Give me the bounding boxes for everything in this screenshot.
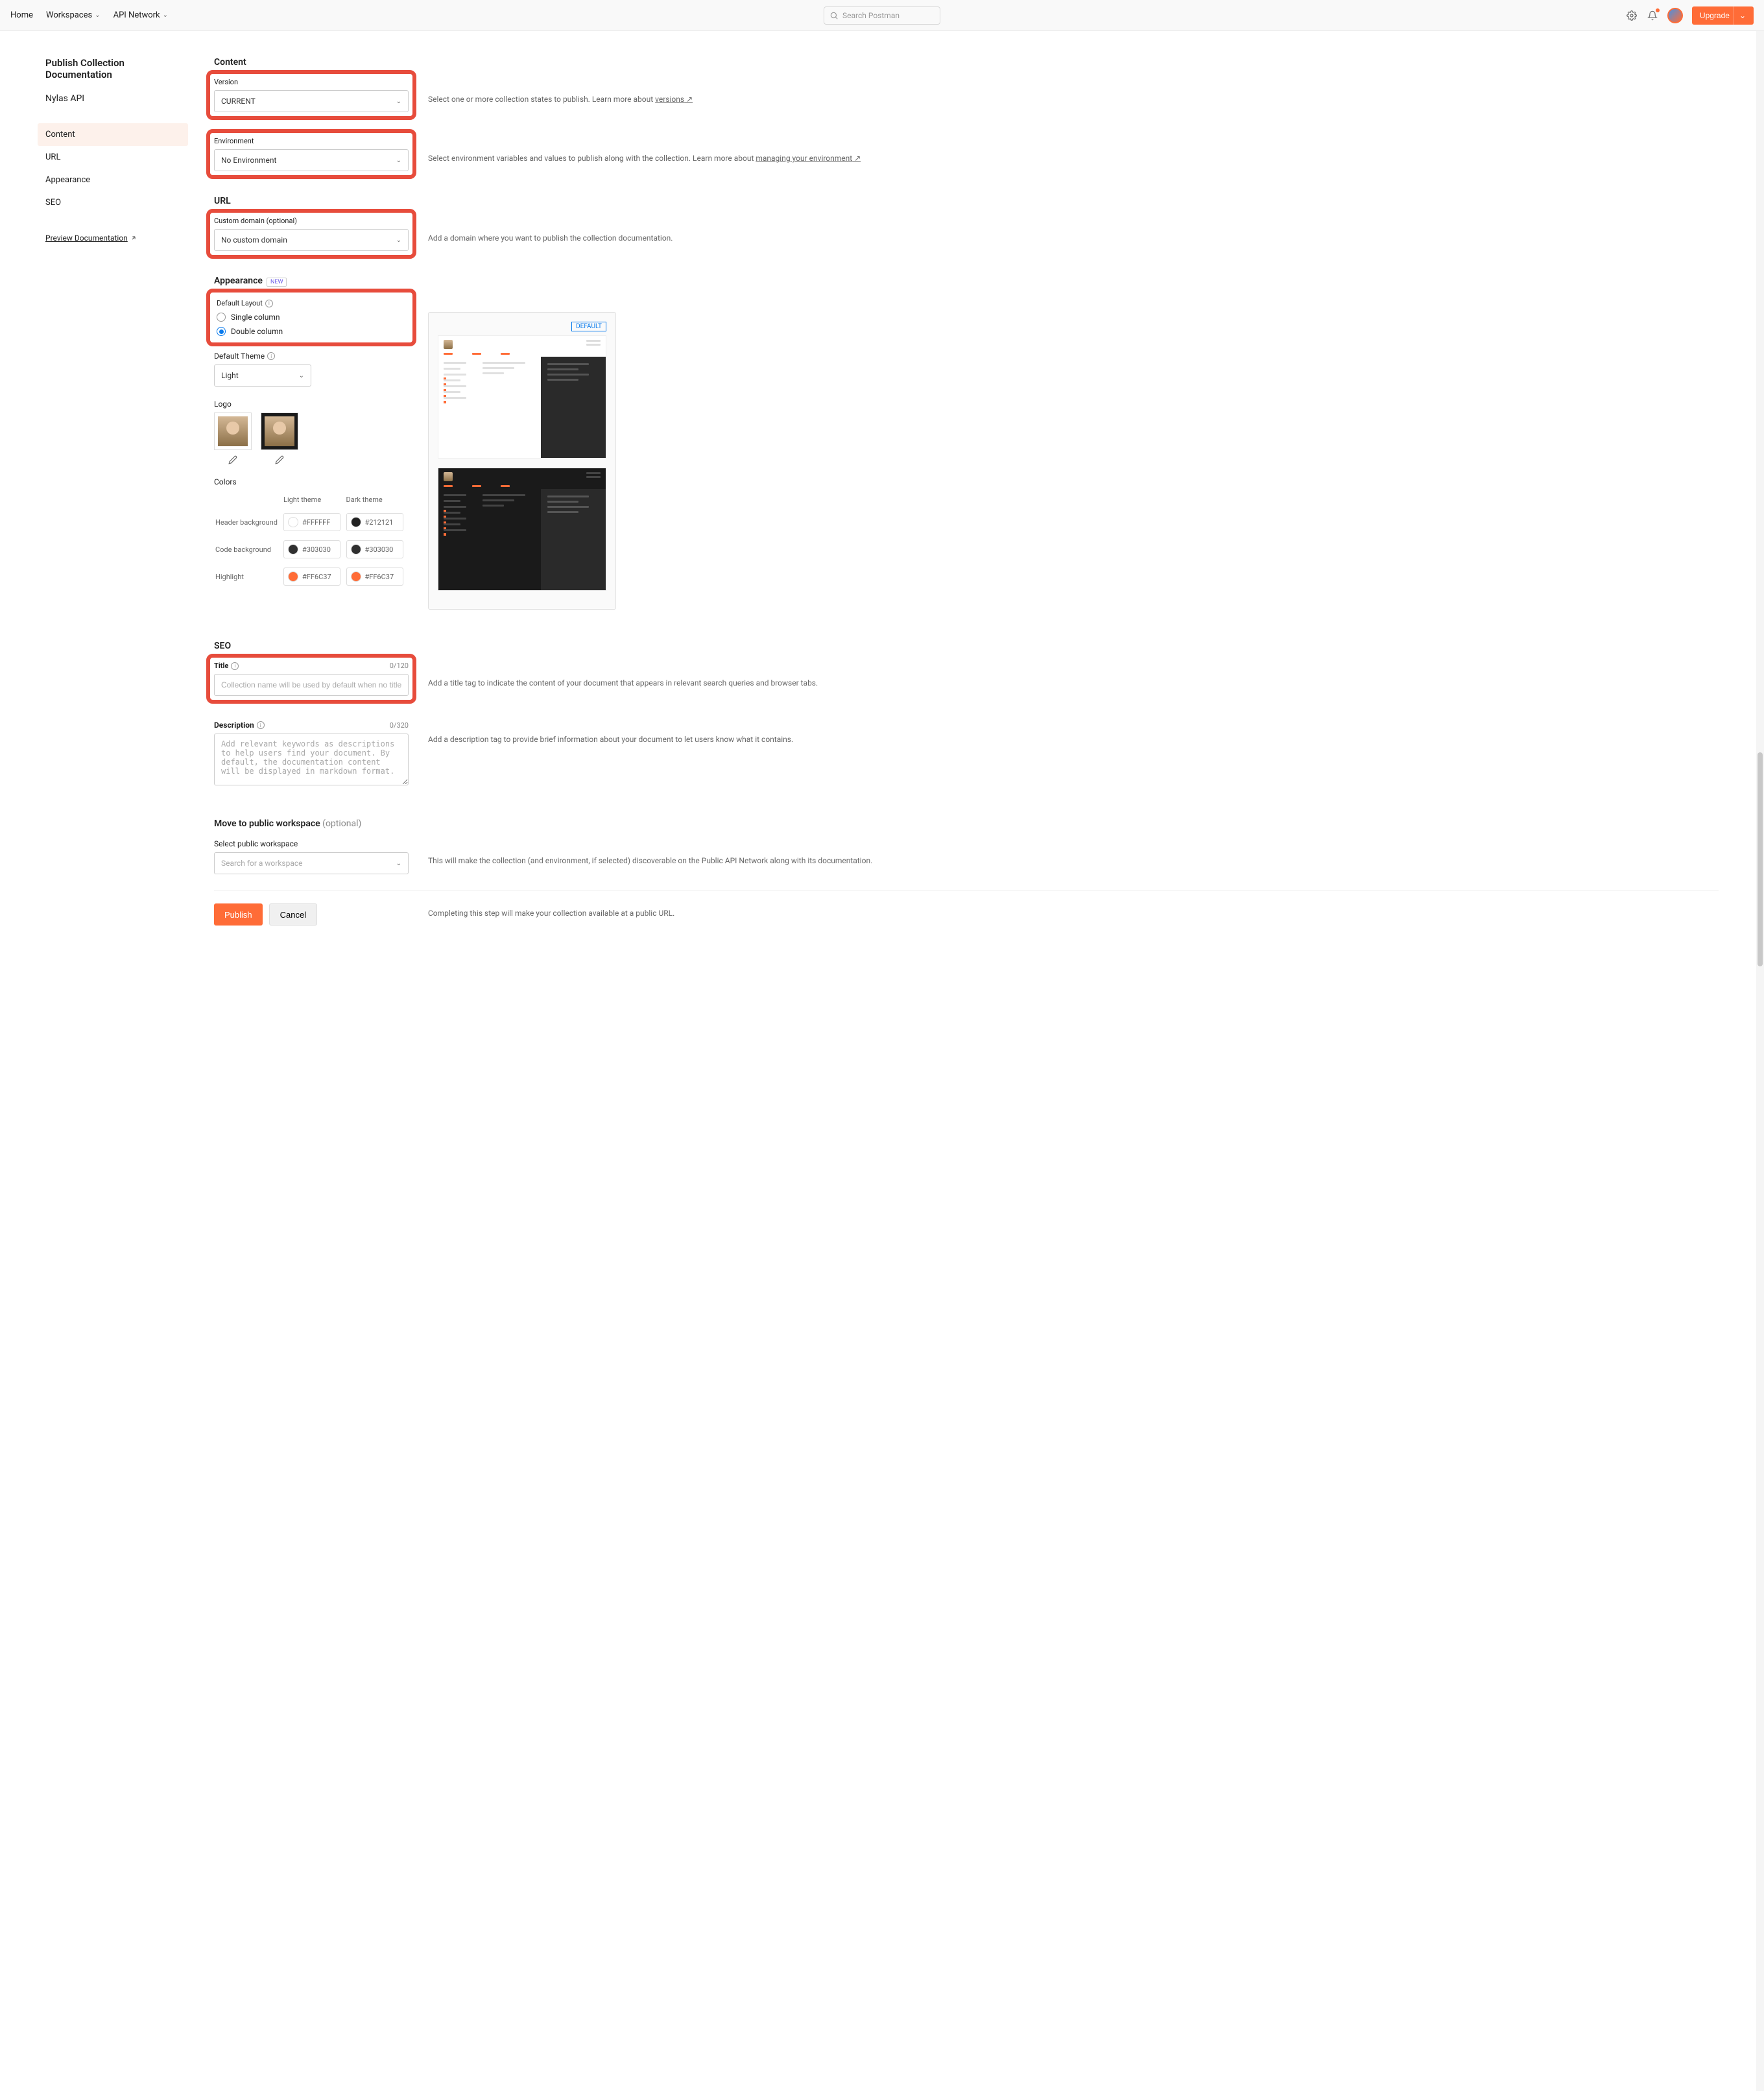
sidebar-item-seo[interactable]: SEO xyxy=(38,191,188,214)
seo-desc-info: Add a description tag to provide brief i… xyxy=(428,721,1719,746)
light-theme-header: Light theme xyxy=(283,492,344,508)
pencil-icon xyxy=(228,455,237,464)
nav-home[interactable]: Home xyxy=(10,10,33,20)
highlight-label: Highlight xyxy=(215,564,282,590)
chevron-down-icon: ⌄ xyxy=(396,237,401,244)
new-badge: NEW xyxy=(267,278,287,287)
section-seo-title: SEO xyxy=(214,641,1719,651)
code-bg-light-input[interactable]: #303030 xyxy=(283,540,340,558)
highlight-environment: Environment No Environment⌄ xyxy=(206,129,416,179)
dark-theme-header: Dark theme xyxy=(346,492,408,508)
custom-domain-select[interactable]: No custom domain⌄ xyxy=(214,229,409,251)
managing-environment-link[interactable]: managing your environment ↗ xyxy=(756,154,861,163)
domain-info-text: Add a domain where you want to publish t… xyxy=(428,217,1719,245)
scrollbar[interactable] xyxy=(1756,31,1764,2091)
edit-logo-light-button[interactable] xyxy=(214,455,252,464)
info-icon: i xyxy=(267,352,275,360)
default-layout-label: Default Layouti xyxy=(217,299,406,307)
notification-dot xyxy=(1656,8,1660,12)
seo-title-input[interactable] xyxy=(214,674,409,696)
api-name: Nylas API xyxy=(45,93,188,104)
edit-logo-dark-button[interactable] xyxy=(261,455,298,464)
notifications-icon[interactable] xyxy=(1647,10,1658,21)
default-theme-select[interactable]: Light⌄ xyxy=(214,364,311,387)
chevron-down-icon: ⌄ xyxy=(163,12,168,19)
header-bg-dark-input[interactable]: #212121 xyxy=(346,513,403,531)
section-content-title: Content xyxy=(214,57,1719,67)
workspace-select[interactable]: Search for a workspace⌄ xyxy=(214,852,409,874)
appearance-preview-box: DEFAULT xyxy=(428,312,616,610)
colors-label: Colors xyxy=(214,477,409,486)
page-title: Publish Collection Documentation xyxy=(45,57,188,80)
sidebar-item-url[interactable]: URL xyxy=(38,146,188,169)
versions-link[interactable]: versions ↗ xyxy=(655,95,693,104)
highlight-seo-title: Title i 0/120 xyxy=(206,654,416,704)
radio-single-column[interactable]: Single column xyxy=(217,313,406,322)
version-select[interactable]: CURRENT⌄ xyxy=(214,90,409,112)
section-url-title: URL xyxy=(214,196,1719,206)
default-theme-label: Default Themei xyxy=(214,352,409,361)
environment-select[interactable]: No Environment⌄ xyxy=(214,149,409,171)
preview-light-panel xyxy=(438,335,606,459)
default-badge: DEFAULT xyxy=(571,322,606,331)
pencil-icon xyxy=(275,455,284,464)
app-header: Home Workspaces ⌄ API Network ⌄ Search P… xyxy=(0,0,1764,31)
chevron-down-icon: ⌄ xyxy=(299,372,304,379)
seo-description-input[interactable] xyxy=(214,734,409,785)
seo-title-count: 0/120 xyxy=(390,662,409,670)
sidebar-item-appearance[interactable]: Appearance xyxy=(38,169,188,191)
seo-title-label: Title i xyxy=(214,662,239,670)
select-workspace-label: Select public workspace xyxy=(214,839,409,848)
highlight-dark-input[interactable]: #FF6C37 xyxy=(346,568,403,586)
external-link-icon xyxy=(130,235,137,241)
logo-dark-preview xyxy=(261,412,298,450)
seo-desc-label: Description i xyxy=(214,721,265,730)
seo-desc-count: 0/320 xyxy=(390,721,409,730)
scrollbar-thumb[interactable] xyxy=(1758,752,1763,966)
sidebar: Publish Collection Documentation Nylas A… xyxy=(45,57,188,937)
nav-api-network[interactable]: API Network ⌄ xyxy=(113,10,168,20)
info-icon: i xyxy=(231,662,239,670)
cancel-button[interactable]: Cancel xyxy=(269,903,317,926)
highlight-layout: Default Layouti Single column Double col… xyxy=(206,289,416,346)
info-icon: i xyxy=(265,300,273,307)
chevron-down-icon: ⌄ xyxy=(1734,6,1746,25)
header-bg-light-input[interactable]: #FFFFFF xyxy=(283,513,340,531)
logo-light-preview xyxy=(214,412,252,450)
search-input[interactable]: Search Postman xyxy=(824,6,940,25)
workspace-info-text: This will make the collection (and envir… xyxy=(428,839,1719,867)
highlight-light-input[interactable]: #FF6C37 xyxy=(283,568,340,586)
chevron-down-icon: ⌄ xyxy=(396,860,401,867)
highlight-domain: Custom domain (optional) No custom domai… xyxy=(206,209,416,259)
publish-button[interactable]: Publish xyxy=(214,903,263,926)
preview-dark-panel xyxy=(438,468,606,591)
section-workspace-title: Move to public workspace (optional) xyxy=(214,818,1719,829)
header-bg-label: Header background xyxy=(215,509,282,535)
logo-label: Logo xyxy=(214,400,409,409)
footer-info-text: Completing this step will make your coll… xyxy=(428,903,1719,920)
section-appearance-title: AppearanceNEW xyxy=(214,276,1719,286)
environment-label: Environment xyxy=(214,137,409,145)
chevron-down-icon: ⌄ xyxy=(396,98,401,105)
seo-title-info: Add a title tag to indicate the content … xyxy=(428,662,1719,689)
sidebar-item-content[interactable]: Content xyxy=(38,123,188,146)
code-bg-dark-input[interactable]: #303030 xyxy=(346,540,403,558)
environment-info-text: Select environment variables and values … xyxy=(428,137,1719,165)
settings-icon[interactable] xyxy=(1626,10,1638,21)
preview-documentation-link[interactable]: Preview Documentation xyxy=(45,233,137,243)
nav-workspaces[interactable]: Workspaces ⌄ xyxy=(46,10,101,20)
user-avatar[interactable] xyxy=(1667,8,1683,23)
upgrade-button[interactable]: Upgrade⌄ xyxy=(1692,6,1754,25)
search-icon xyxy=(829,11,839,20)
highlight-version: Version CURRENT⌄ xyxy=(206,70,416,120)
info-icon: i xyxy=(257,721,265,729)
custom-domain-label: Custom domain (optional) xyxy=(214,217,409,225)
radio-double-column[interactable]: Double column xyxy=(217,327,406,336)
chevron-down-icon: ⌄ xyxy=(95,12,100,19)
chevron-down-icon: ⌄ xyxy=(396,157,401,164)
version-info-text: Select one or more collection states to … xyxy=(428,78,1719,106)
version-label: Version xyxy=(214,78,409,86)
code-bg-label: Code background xyxy=(215,536,282,562)
